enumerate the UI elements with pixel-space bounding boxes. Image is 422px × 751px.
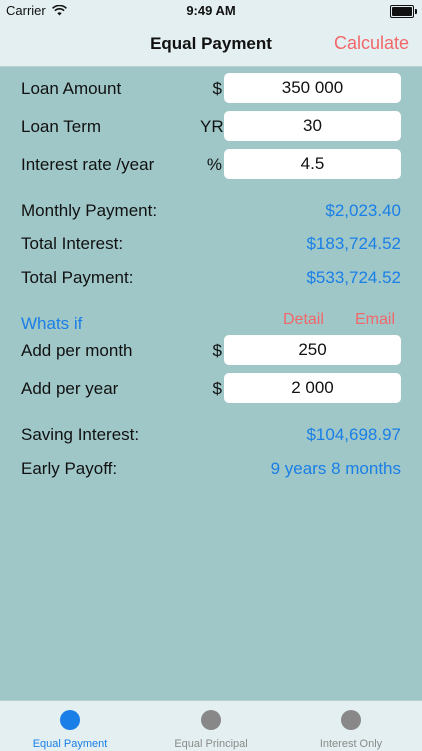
total-payment-label: Total Payment: (21, 268, 134, 287)
saving-interest-label: Saving Interest: (21, 425, 140, 444)
tab-equal-payment[interactable]: Equal Payment (0, 701, 140, 751)
interest-rate-input[interactable]: 4.5 (224, 149, 401, 179)
early-payoff-value: 9 years 8 months (270, 459, 401, 478)
total-interest-value: $183,724.52 (306, 234, 401, 253)
circle-icon (201, 710, 221, 730)
add-per-month-label: Add per month (21, 341, 133, 360)
add-per-month-unit: $ (212, 341, 222, 360)
detail-button[interactable]: Detail (283, 311, 324, 329)
early-payoff-label: Early Payoff: (21, 459, 118, 478)
tab-equal-principal[interactable]: Equal Principal (141, 701, 281, 751)
saving-interest-value: $104,698.97 (306, 425, 401, 444)
add-per-year-input[interactable]: 2 000 (224, 373, 401, 403)
interest-rate-label: Interest rate /year (21, 155, 155, 174)
battery-icon (390, 5, 417, 18)
tab-label: Equal Principal (174, 738, 248, 750)
loan-term-input[interactable]: 30 (224, 111, 401, 141)
tab-label: Interest Only (319, 738, 383, 750)
whats-if-title: Whats if (21, 314, 83, 333)
navigation-bar: Equal Payment Calculate (0, 22, 422, 67)
tab-label: Equal Payment (32, 738, 108, 750)
tab-bar: Equal Payment Equal Principal Interest O… (0, 700, 422, 751)
circle-icon (60, 710, 80, 730)
loan-amount-unit: $ (212, 79, 222, 98)
clock: 9:49 AM (186, 3, 236, 18)
monthly-payment-label: Monthly Payment: (21, 201, 158, 220)
add-per-month-input[interactable]: 250 (224, 335, 401, 365)
status-bar: Carrier 9:49 AM (0, 0, 422, 22)
tab-interest-only[interactable]: Interest Only (281, 701, 421, 751)
total-interest-label: Total Interest: (21, 234, 124, 253)
loan-term-unit: YR (200, 117, 224, 136)
add-per-year-unit: $ (212, 379, 222, 398)
total-payment-value: $533,724.52 (306, 268, 401, 287)
interest-rate-unit: % (206, 155, 222, 174)
email-button[interactable]: Email (355, 311, 395, 329)
circle-icon (341, 710, 361, 730)
calculate-button[interactable]: Calculate (334, 33, 409, 54)
loan-amount-input[interactable]: 350 000 (224, 73, 401, 103)
loan-amount-label: Loan Amount (21, 79, 122, 98)
monthly-payment-value: $2,023.40 (325, 201, 401, 220)
add-per-year-label: Add per year (21, 379, 119, 398)
loan-term-label: Loan Term (21, 117, 102, 136)
